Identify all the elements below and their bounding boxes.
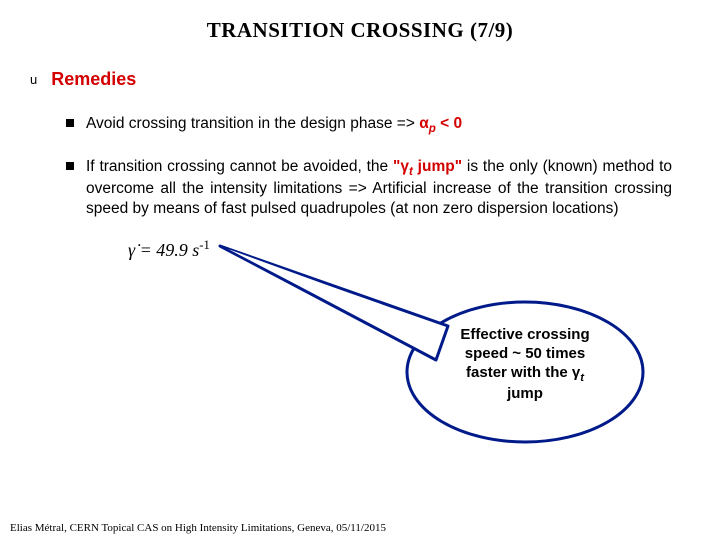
square-bullet-icon [66, 162, 74, 170]
b1-alpha-sub: p [429, 122, 436, 135]
section-heading: Remedies [51, 69, 136, 90]
b2-jump: jump" [413, 158, 462, 175]
bullet-2: If transition crossing cannot be avoided… [66, 157, 672, 218]
bullet-1: Avoid crossing transition in the design … [66, 114, 672, 137]
callout-l3-sub: t [580, 372, 584, 384]
callout-l3-pre: faster with the [466, 364, 572, 381]
formula-eq: = 49.9 s [135, 240, 199, 260]
callout-l1: Effective crossing [430, 326, 620, 345]
b2-p1: If transition crossing cannot be avoided… [86, 158, 393, 175]
slide-title: TRANSITION CROSSING (7/9) [28, 18, 692, 43]
callout-l2: speed ~ 50 times [430, 345, 620, 364]
callout-text: Effective crossing speed ~ 50 times fast… [430, 326, 620, 403]
section-row: u Remedies [30, 69, 692, 90]
callout-l4: jump [430, 385, 620, 404]
callout: Effective crossing speed ~ 50 times fast… [280, 270, 650, 470]
b2-gamma: γ [400, 158, 409, 175]
footer: Elias Métral, CERN Topical CAS on High I… [10, 522, 386, 534]
bullet-1-text: Avoid crossing transition in the design … [86, 114, 672, 137]
b1-post: < 0 [436, 115, 462, 132]
square-bullet-icon [66, 119, 74, 127]
bullet-2-text: If transition crossing cannot be avoided… [86, 157, 672, 218]
b1-alpha: α [419, 115, 429, 132]
formula-exp: -1 [199, 238, 210, 252]
formula: γ̇ = 49.9 s-1 [128, 238, 692, 261]
callout-l3-gamma: γ [572, 364, 580, 381]
b1-pre: Avoid crossing transition in the design … [86, 115, 419, 132]
section-marker: u [30, 72, 37, 87]
